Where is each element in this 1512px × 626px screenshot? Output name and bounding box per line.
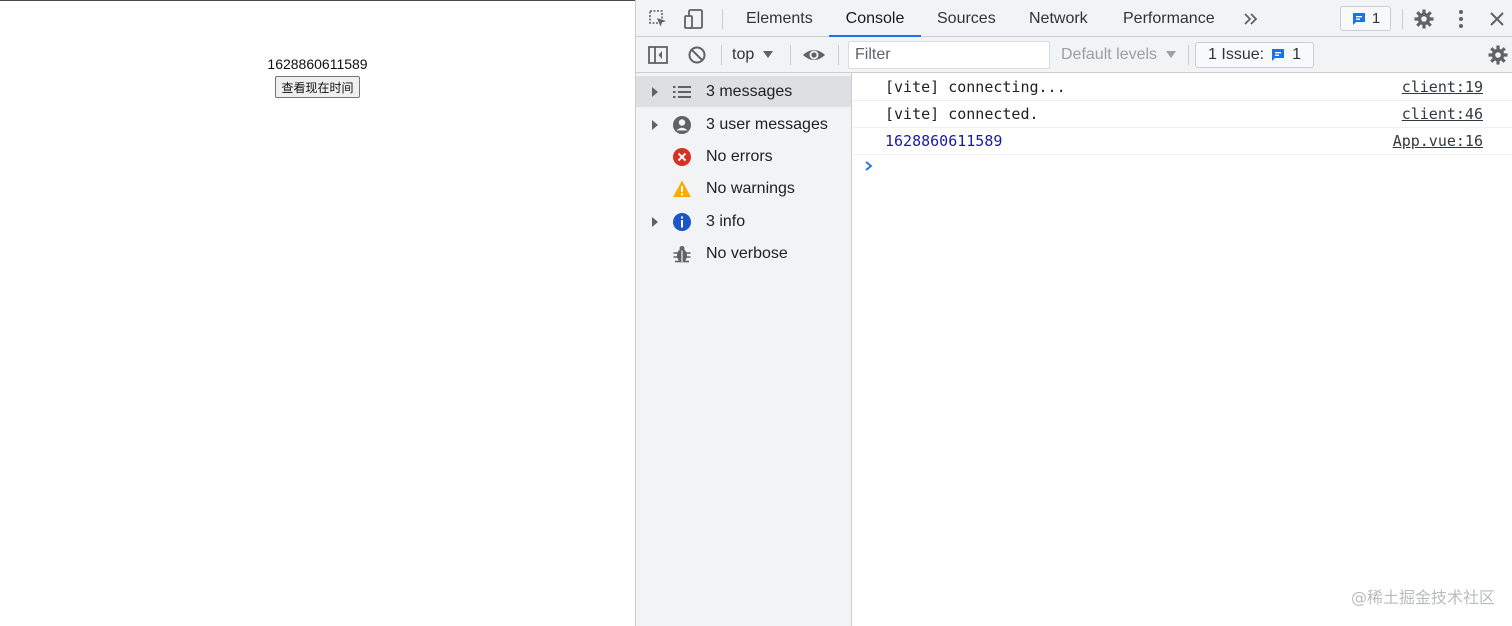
context-selector[interactable]: top xyxy=(732,37,774,73)
log-levels-dropdown[interactable]: Default levels xyxy=(1061,37,1177,73)
show-current-time-button[interactable]: 查看现在时间 xyxy=(275,76,360,98)
sidebar-item-label: No errors xyxy=(706,147,773,165)
sidebar-item-verbose[interactable]: No verbose xyxy=(636,238,851,269)
tabbar-separator xyxy=(722,9,723,29)
more-tabs-icon[interactable] xyxy=(1242,10,1260,28)
sidebar-item-messages[interactable]: 3 messages xyxy=(636,76,851,107)
sidebar-item-label: 3 messages xyxy=(706,82,793,100)
console-message-text: [vite] connected. xyxy=(885,105,1039,123)
expand-arrow-icon[interactable] xyxy=(650,119,660,131)
console-settings-gear-icon[interactable] xyxy=(1487,44,1509,66)
tab-elements[interactable]: Elements xyxy=(746,0,813,37)
tab-sources[interactable]: Sources xyxy=(937,0,996,37)
inspect-element-icon[interactable] xyxy=(648,9,668,29)
tab-performance[interactable]: Performance xyxy=(1123,0,1215,37)
messages-badge-count: 1 xyxy=(1371,10,1381,27)
close-icon[interactable] xyxy=(1487,9,1507,29)
more-options-icon[interactable] xyxy=(1453,8,1469,30)
clear-console-icon[interactable] xyxy=(686,44,708,66)
sidebar-item-errors[interactable]: No errors xyxy=(636,141,851,172)
filter-input[interactable] xyxy=(848,41,1050,69)
settings-gear-icon[interactable] xyxy=(1413,8,1435,30)
page-viewport: 1628860611589 查看现在时间 xyxy=(0,0,635,626)
toolbar-separator xyxy=(1188,45,1189,65)
console-toolbar: top Default levels xyxy=(636,37,1512,73)
console-message-source-link[interactable]: client:46 xyxy=(1402,105,1483,123)
console-message-number: 1628860611589 xyxy=(885,132,1003,150)
toolbar-separator xyxy=(721,45,722,65)
sidebar-item-warnings[interactable]: No warnings xyxy=(636,173,851,204)
list-icon xyxy=(672,82,692,102)
issues-count: 1 xyxy=(1292,46,1301,63)
context-label: top xyxy=(732,46,755,63)
page-timestamp: 1628860611589 xyxy=(267,56,368,72)
toolbar-separator xyxy=(790,45,791,65)
message-icon xyxy=(1270,47,1286,63)
tabbar-separator xyxy=(1402,9,1403,29)
console-message-text: [vite] connecting... xyxy=(885,78,1066,96)
sidebar-item-user-messages[interactable]: 3 user messages xyxy=(636,109,851,140)
message-icon xyxy=(1351,11,1367,27)
tab-network[interactable]: Network xyxy=(1029,0,1088,37)
dropdown-triangle-icon xyxy=(1165,50,1177,60)
dropdown-triangle-icon xyxy=(762,50,774,60)
console-sidebar: 3 messages 3 user messages No errors No … xyxy=(636,73,852,626)
sidebar-item-label: 3 user messages xyxy=(706,115,828,133)
console-prompt-chevron-icon[interactable] xyxy=(864,159,876,173)
log-levels-label: Default levels xyxy=(1061,46,1158,63)
tab-console[interactable]: Console xyxy=(829,0,921,37)
bug-icon xyxy=(672,244,692,264)
console-message: [vite] connected. client:46 xyxy=(852,101,1512,128)
live-expression-eye-icon[interactable] xyxy=(801,44,827,66)
sidebar-item-label: No warnings xyxy=(706,179,795,197)
toolbar-separator xyxy=(838,45,839,65)
devtools-panel: Elements Console Sources Network Perform… xyxy=(635,0,1512,626)
console-message-source-link[interactable]: client:19 xyxy=(1402,78,1483,96)
device-toggle-icon[interactable] xyxy=(683,8,705,30)
error-icon xyxy=(672,147,692,167)
console-output: [vite] connecting... client:19 [vite] co… xyxy=(852,73,1512,626)
sidebar-toggle-icon[interactable] xyxy=(647,44,669,66)
info-icon xyxy=(672,212,692,232)
user-circle-icon xyxy=(672,115,692,135)
warning-icon xyxy=(672,179,692,199)
sidebar-item-label: 3 info xyxy=(706,212,746,230)
watermark: @稀土掘金技术社区 xyxy=(1350,588,1495,607)
console-message-source-link[interactable]: App.vue:16 xyxy=(1393,132,1483,150)
devtools-tab-bar: Elements Console Sources Network Perform… xyxy=(636,0,1512,37)
expand-arrow-icon[interactable] xyxy=(650,216,660,228)
console-message: 1628860611589 App.vue:16 xyxy=(852,128,1512,155)
issues-button[interactable]: 1 Issue: 1 xyxy=(1195,42,1314,68)
console-message: [vite] connecting... client:19 xyxy=(852,74,1512,101)
sidebar-item-label: No verbose xyxy=(706,244,788,262)
sidebar-item-info[interactable]: 3 info xyxy=(636,206,851,237)
expand-arrow-icon[interactable] xyxy=(650,86,660,98)
issues-label: 1 Issue: xyxy=(1208,46,1265,63)
messages-badge[interactable]: 1 xyxy=(1340,6,1391,31)
